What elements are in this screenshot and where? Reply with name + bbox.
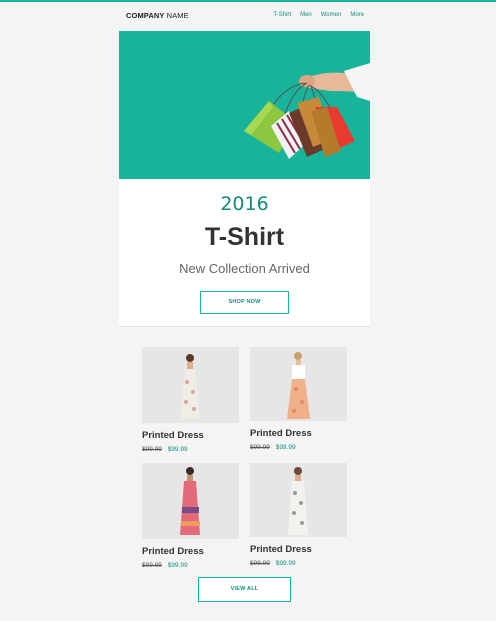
product-image[interactable]: [250, 463, 347, 537]
old-price: $99.99: [142, 446, 162, 453]
hero-content: 2016 T-Shirt New Collection Arrived SHOP…: [119, 179, 370, 326]
product-price: $99.99 $99.99: [142, 562, 239, 569]
header: COMPANY NAME T-Shirt Men Women More: [0, 2, 496, 30]
product-grid: Printed Dress $99.99 $99.99 Printed Dres…: [119, 326, 370, 621]
shopping-bags-image: [244, 63, 370, 159]
product-card[interactable]: Printed Dress $99.99 $99.99: [250, 347, 347, 451]
sale-price: $99.99: [167, 446, 188, 453]
sale-price: $99.99: [275, 444, 296, 451]
sale-price: $99.99: [275, 560, 296, 567]
nav-men[interactable]: Men: [300, 12, 312, 18]
hero-banner: [119, 31, 370, 179]
main-nav: T-Shirt Men Women More: [273, 12, 364, 18]
product-price: $99.99 $99.99: [142, 446, 239, 453]
product-card[interactable]: Printed Dress $99.99 $99.99: [250, 463, 347, 567]
product-price: $99.99 $99.99: [250, 444, 347, 451]
hero-title: T-Shirt: [204, 223, 285, 251]
product-price: $99.99 $99.99: [250, 560, 347, 567]
product-name[interactable]: Printed Dress: [250, 428, 347, 439]
shop-now-button[interactable]: SHOP NOW: [200, 291, 289, 314]
company-logo[interactable]: COMPANY NAME: [126, 11, 189, 20]
old-price: $99.99: [250, 560, 270, 567]
product-name[interactable]: Printed Dress: [142, 430, 239, 441]
product-card[interactable]: Printed Dress $99.99 $99.99: [142, 463, 239, 569]
old-price: $99.99: [142, 562, 162, 569]
nav-more[interactable]: More: [350, 12, 364, 18]
product-image[interactable]: [250, 347, 347, 421]
sale-price: $99.99: [167, 562, 188, 569]
brand-rest: NAME: [166, 11, 189, 20]
view-all-button[interactable]: VIEW ALL: [198, 577, 291, 602]
brand-bold: COMPANY: [126, 11, 165, 20]
product-card[interactable]: Printed Dress $99.99 $99.99: [142, 347, 239, 453]
hero-subtitle: New Collection Arrived: [179, 261, 310, 276]
nav-women[interactable]: Women: [321, 12, 342, 18]
collection-year: 2016: [220, 193, 269, 215]
nav-tshirt[interactable]: T-Shirt: [273, 12, 291, 18]
old-price: $99.99: [250, 444, 270, 451]
product-image[interactable]: [142, 347, 239, 423]
product-name[interactable]: Printed Dress: [250, 544, 347, 555]
product-image[interactable]: [142, 463, 239, 539]
product-name[interactable]: Printed Dress: [142, 546, 239, 557]
